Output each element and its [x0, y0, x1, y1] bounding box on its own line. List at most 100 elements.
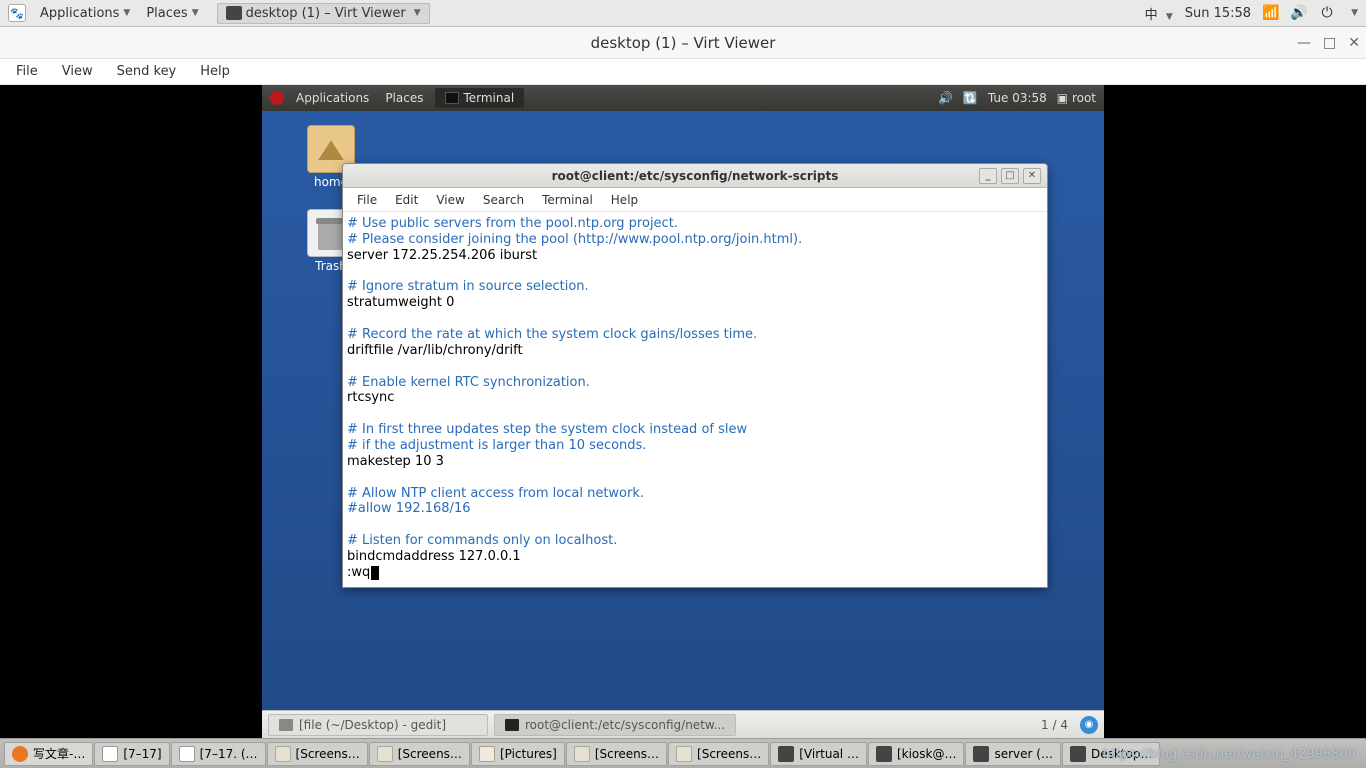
volume-icon[interactable]: 🔊 — [1291, 5, 1307, 21]
terminal-menu-view[interactable]: View — [428, 191, 472, 209]
gnome-foot-icon: 🐾 — [8, 4, 26, 22]
task-label: [Screens… — [697, 747, 761, 761]
host-task-6[interactable]: [Screens… — [566, 742, 667, 766]
virt-menu-sendkey[interactable]: Send key — [107, 62, 187, 81]
task-label: [Screens… — [296, 747, 360, 761]
term-line: # Record the rate at which the system cl… — [347, 327, 757, 342]
host-task-4[interactable]: [Screens… — [369, 742, 470, 766]
terminal-menu-help[interactable]: Help — [603, 191, 646, 209]
host-taskbar-virtviewer[interactable]: desktop (1) – Virt Viewer ▼ — [217, 3, 430, 24]
virt-close-button[interactable]: ✕ — [1348, 35, 1360, 51]
terminal-content[interactable]: # Use public servers from the pool.ntp.o… — [343, 212, 1047, 587]
term-line: # Listen for commands only on localhost. — [347, 533, 617, 548]
host-task-7[interactable]: [Screens… — [668, 742, 769, 766]
task-label: [7–17] — [123, 747, 161, 761]
screenshot-icon — [676, 746, 692, 762]
virtviewer-task-label: desktop (1) – Virt Viewer — [246, 6, 406, 21]
screenshot-icon — [574, 746, 590, 762]
term-line: rtcsync — [347, 390, 394, 405]
host-applications-menu[interactable]: Applications▼ — [34, 4, 136, 23]
virt-menu-view[interactable]: View — [52, 62, 103, 81]
terminal-minimize-button[interactable]: _ — [979, 168, 997, 184]
host-task-1[interactable]: [7–17] — [94, 742, 169, 766]
guest-taskbar-terminal[interactable]: Terminal — [435, 88, 524, 108]
terminal-close-button[interactable]: ✕ — [1023, 168, 1041, 184]
term-line: driftfile /var/lib/chrony/drift — [347, 343, 523, 358]
guest-bottom-taskbar: [file (~/Desktop) - gedit] root@client:/… — [262, 710, 1104, 738]
term-line: makestep 10 3 — [347, 454, 444, 469]
task-label: [kiosk@… — [897, 747, 957, 761]
terminal-titlebar[interactable]: root@client:/etc/sysconfig/network-scrip… — [343, 164, 1047, 188]
guest-network-icon[interactable]: 🔃 — [963, 91, 978, 105]
host-places-menu[interactable]: Places▼ — [140, 4, 204, 23]
host-task-11[interactable]: Desktop… — [1062, 742, 1161, 766]
host-task-firefox[interactable]: 写文章-… — [4, 742, 93, 766]
host-task-10[interactable]: server (… — [965, 742, 1060, 766]
terminal-maximize-button[interactable]: □ — [1001, 168, 1019, 184]
terminal-menubar: File Edit View Search Terminal Help — [343, 188, 1047, 212]
host-clock[interactable]: Sun 15:58 — [1185, 6, 1251, 21]
terminal-menu-file[interactable]: File — [349, 191, 385, 209]
wifi-icon[interactable]: 📶 — [1263, 5, 1279, 21]
vm-icon — [973, 746, 989, 762]
term-line: # In first three updates step the system… — [347, 422, 747, 437]
places-label: Places — [146, 6, 187, 21]
terminal-menu-terminal[interactable]: Terminal — [534, 191, 601, 209]
guest-volume-icon[interactable]: 🔊 — [938, 91, 953, 105]
guest-clock[interactable]: Tue 03:58 — [988, 91, 1047, 105]
guest-desktop[interactable]: Applications Places Terminal 🔊 🔃 Tue 03:… — [262, 85, 1104, 738]
power-icon[interactable]: ⏻ — [1319, 5, 1335, 21]
workspace-indicator[interactable]: 1 / 4 — [1035, 718, 1074, 732]
term-line: bindcmdaddress 127.0.0.1 — [347, 549, 521, 564]
task-label: [Pictures] — [500, 747, 557, 761]
task-label: Desktop… — [1091, 747, 1153, 761]
vm-viewport[interactable]: Applications Places Terminal 🔊 🔃 Tue 03:… — [0, 85, 1366, 738]
folder-icon — [479, 746, 495, 762]
terminal-task-label: Terminal — [463, 91, 514, 105]
term-line: server 172.25.254.206 iburst — [347, 248, 537, 263]
terminal-title-label: root@client:/etc/sysconfig/network-scrip… — [552, 169, 839, 183]
ime-indicator[interactable]: 中 ▼ — [1145, 4, 1173, 23]
task-label: [Screens… — [398, 747, 462, 761]
term-line: # Please consider joining the pool (http… — [347, 232, 802, 247]
user-menu-arrow[interactable]: ▼ — [1351, 8, 1358, 18]
virtviewer-task-icon — [226, 6, 242, 20]
host-task-9[interactable]: [kiosk@… — [868, 742, 965, 766]
term-line: # Use public servers from the pool.ntp.o… — [347, 216, 678, 231]
term-cmd: :wq — [347, 565, 370, 580]
guest-task-gedit[interactable]: [file (~/Desktop) - gedit] — [268, 714, 488, 736]
terminal-icon — [505, 719, 519, 731]
terminal-window: root@client:/etc/sysconfig/network-scrip… — [342, 163, 1048, 588]
guest-applications-menu[interactable]: Applications — [288, 89, 377, 107]
virt-titlebar[interactable]: desktop (1) – Virt Viewer — □ ✕ — [0, 27, 1366, 59]
task-label: [Screens… — [595, 747, 659, 761]
terminal-task-label2: root@client:/etc/sysconfig/netw... — [525, 718, 725, 732]
guest-user-label: root — [1072, 91, 1096, 105]
term-line: # Allow NTP client access from local net… — [347, 486, 644, 501]
virt-menu-file[interactable]: File — [6, 62, 48, 81]
terminal-menu-search[interactable]: Search — [475, 191, 532, 209]
host-panel-left: 🐾 Applications▼ Places▼ desktop (1) – Vi… — [8, 3, 430, 24]
terminal-window-controls: _ □ ✕ — [979, 168, 1041, 184]
guest-show-desktop-icon[interactable]: ◉ — [1080, 716, 1098, 734]
guest-user-menu[interactable]: ▣ root — [1057, 91, 1096, 105]
virt-maximize-button[interactable]: □ — [1323, 35, 1336, 51]
virt-menubar: File View Send key Help — [0, 59, 1366, 85]
guest-places-menu[interactable]: Places — [377, 89, 431, 107]
gedit-icon — [279, 719, 293, 731]
host-task-8[interactable]: [Virtual … — [770, 742, 867, 766]
task-label: 写文章-… — [33, 745, 85, 762]
terminal-menu-edit[interactable]: Edit — [387, 191, 426, 209]
virt-minimize-button[interactable]: — — [1297, 35, 1311, 51]
virt-menu-help[interactable]: Help — [190, 62, 240, 81]
guest-panel-right: 🔊 🔃 Tue 03:58 ▣ root — [938, 91, 1096, 105]
host-panel-right: 中 ▼ Sun 15:58 📶 🔊 ⏻ ▼ — [1145, 4, 1358, 23]
viewport-letterbox-right — [1104, 85, 1366, 738]
text-icon — [179, 746, 195, 762]
terminal-task-icon — [445, 92, 459, 104]
host-task-5[interactable]: [Pictures] — [471, 742, 565, 766]
host-task-3[interactable]: [Screens… — [267, 742, 368, 766]
redhat-icon — [270, 91, 284, 105]
guest-task-terminal[interactable]: root@client:/etc/sysconfig/netw... — [494, 714, 736, 736]
host-task-2[interactable]: [7–17. (… — [171, 742, 266, 766]
